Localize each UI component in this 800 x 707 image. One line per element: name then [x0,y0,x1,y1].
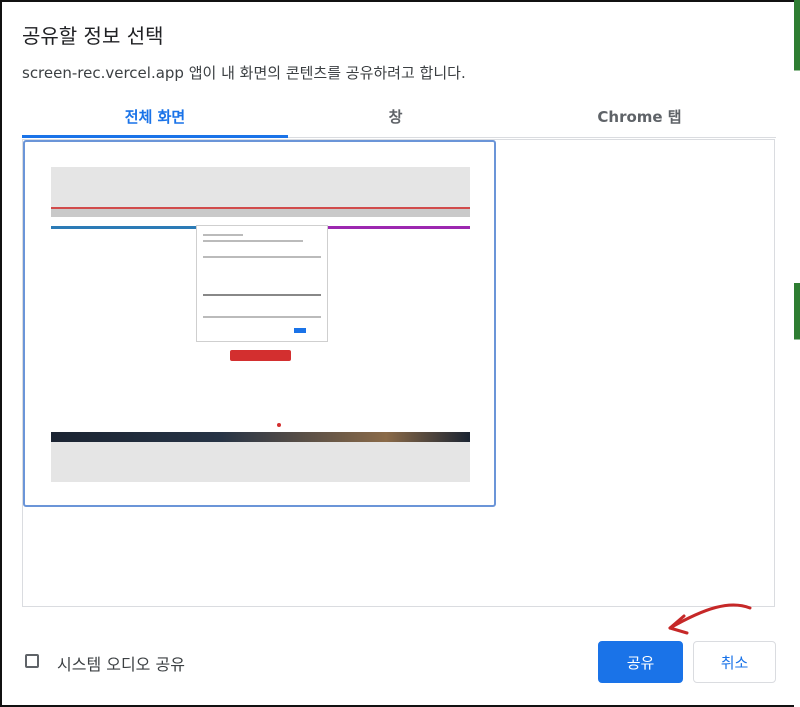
system-audio-label: 시스템 오디오 공유 [57,655,185,674]
thumb-line [203,240,303,242]
thumb-dot [277,423,281,427]
thumb-dialog [196,225,328,342]
thumb-browser-bar [51,209,470,217]
tab-window[interactable]: 창 [288,98,503,136]
thumb-line [203,256,321,258]
cancel-button[interactable]: 취소 [693,641,776,683]
background-edge [794,0,800,707]
share-button[interactable]: 공유 [598,641,683,683]
thumb-line [203,294,321,296]
screen-thumbnail [51,167,470,482]
annotation-arrow-icon [668,603,752,635]
thumb-accent-bar [327,226,470,229]
dialog-subtitle: screen-rec.vercel.app 앱이 내 화면의 콘텐츠를 공유하려… [22,64,466,82]
thumb-line [203,316,321,318]
dialog-title: 공유할 정보 선택 [22,24,164,48]
tab-entire-screen[interactable]: 전체 화면 [22,98,288,136]
active-tab-indicator [22,135,288,138]
thumb-line [203,234,243,236]
system-audio-checkbox[interactable] [25,654,39,668]
screen-source-tile[interactable] [23,140,496,507]
thumb-blue-button [294,328,306,333]
source-list [22,139,775,607]
tab-chrome-tab[interactable]: Chrome 탭 [503,98,776,136]
thumb-taskbar [51,432,470,442]
thumb-accent-bar [51,226,196,229]
thumb-red-button [230,350,291,361]
source-tabs: 전체 화면 창 Chrome 탭 [22,98,776,138]
